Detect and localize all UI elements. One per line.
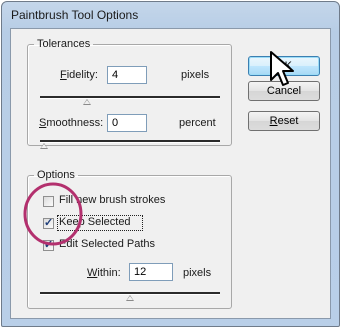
arrow-cursor-shape — [270, 51, 294, 86]
arrow-cursor-icon — [270, 51, 294, 86]
highlight-circle — [23, 182, 83, 246]
